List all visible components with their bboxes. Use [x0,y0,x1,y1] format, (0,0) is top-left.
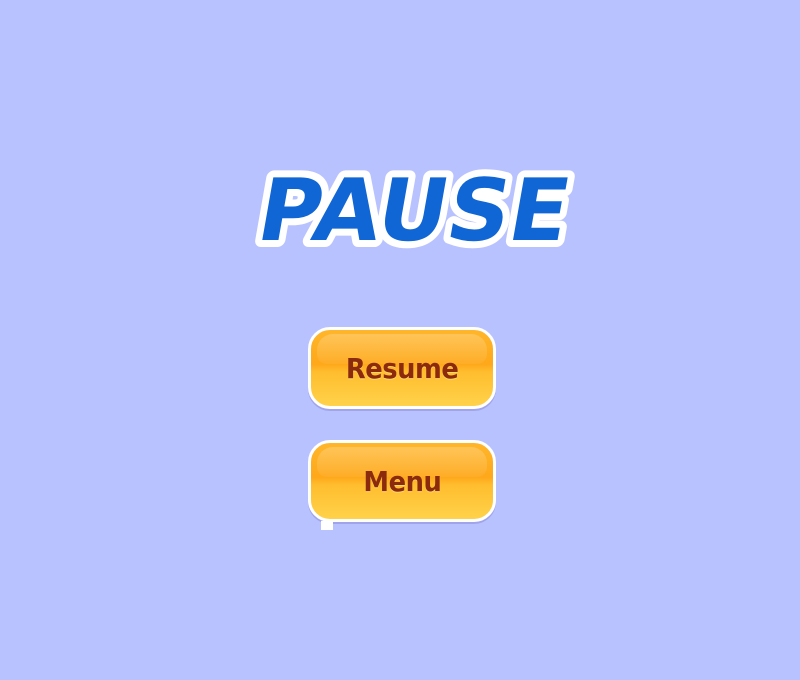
artifact-speck [321,521,333,530]
resume-button[interactable]: Resume [308,327,496,409]
pause-screen: PAUSE PAUSE Resume Menu [0,0,800,680]
pause-title-graphic: PAUSE PAUSE [244,155,585,268]
pause-title: PAUSE PAUSE [244,150,585,268]
resume-button-label: Resume [345,351,459,385]
menu-button-label: Menu [363,464,441,498]
menu-button[interactable]: Menu [308,440,496,522]
pause-title-text: PAUSE [251,162,578,261]
